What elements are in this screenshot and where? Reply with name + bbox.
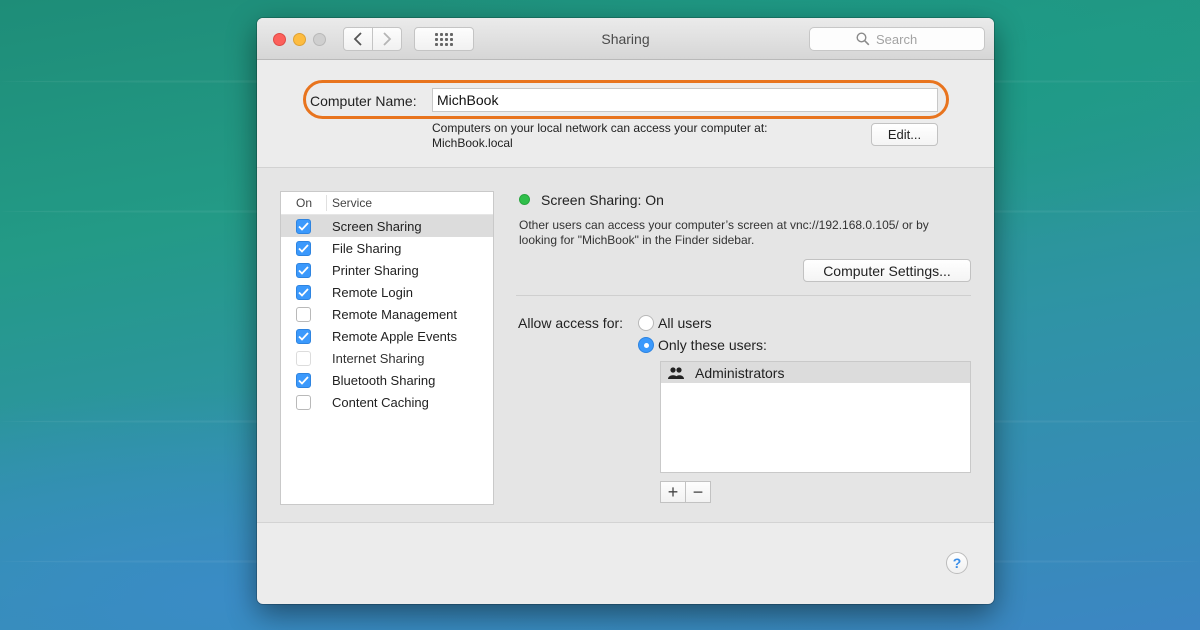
service-label: Printer Sharing — [332, 262, 419, 278]
service-checkbox[interactable] — [296, 284, 311, 300]
title-bar: Sharing Search — [257, 18, 994, 60]
help-button[interactable]: ? — [946, 552, 968, 574]
service-list: On Service Screen Sharing File Sharing Pri… — [280, 191, 494, 505]
allow-access-label: Allow access for: — [518, 315, 624, 331]
service-checkbox[interactable] — [296, 328, 311, 344]
service-label: Remote Login — [332, 284, 413, 300]
service-row[interactable]: Internet Sharing — [281, 347, 493, 369]
service-label: Remote Management — [332, 306, 458, 322]
computer-name-section: Computer Name: Computers on your local n… — [257, 60, 994, 168]
service-label: Bluetooth Sharing — [332, 372, 436, 388]
remove-user-button[interactable]: − — [685, 481, 711, 503]
checkmark-icon — [298, 243, 309, 253]
checkmark-icon — [298, 375, 309, 385]
only-these-users-radio[interactable] — [638, 337, 654, 353]
service-label: Remote Apple Events — [332, 328, 458, 344]
checkmark-icon — [298, 221, 309, 231]
help-line-1: Computers on your local network can acce… — [432, 121, 768, 135]
search-icon — [856, 32, 870, 46]
all-users-label[interactable]: All users — [658, 315, 712, 331]
service-checkbox[interactable] — [296, 306, 311, 322]
local-hostname: MichBook.local — [432, 136, 513, 150]
all-users-radio[interactable] — [638, 315, 654, 331]
service-label: Content Caching — [332, 394, 429, 410]
list-item[interactable]: Administrators — [661, 362, 970, 383]
allowed-users-list[interactable]: Administrators — [660, 361, 971, 473]
service-row[interactable]: File Sharing — [281, 237, 493, 259]
column-header-service[interactable]: Service — [327, 196, 372, 210]
computer-name-input[interactable] — [432, 88, 938, 112]
checkmark-icon — [298, 287, 309, 297]
computer-settings-button[interactable]: Computer Settings... — [803, 259, 971, 282]
service-status: Screen Sharing: On — [541, 192, 664, 208]
service-checkbox[interactable] — [296, 218, 311, 234]
service-checkbox[interactable] — [296, 394, 311, 410]
add-user-button[interactable]: + — [660, 481, 686, 503]
search-field[interactable]: Search — [809, 27, 985, 51]
description-line-2: looking for "MichBook" in the Finder sid… — [519, 233, 755, 247]
service-row[interactable]: Bluetooth Sharing — [281, 369, 493, 391]
search-placeholder: Search — [876, 31, 918, 47]
checkmark-icon — [298, 265, 309, 275]
only-these-users-label[interactable]: Only these users: — [658, 337, 767, 353]
service-description: Other users can access your computer’s s… — [519, 218, 929, 248]
edit-button[interactable]: Edit... — [871, 123, 938, 146]
status-indicator-icon — [519, 194, 530, 205]
user-name: Administrators — [695, 364, 785, 381]
service-row[interactable]: Remote Apple Events — [281, 325, 493, 347]
service-row[interactable]: Screen Sharing — [281, 215, 493, 237]
services-section: On Service Screen Sharing File Sharing Pri… — [257, 168, 994, 523]
service-label: File Sharing — [332, 240, 402, 256]
service-label: Screen Sharing — [332, 218, 422, 234]
sharing-window: Sharing Search Computer Name: Computers … — [257, 18, 994, 604]
service-checkbox[interactable] — [296, 240, 311, 256]
service-checkbox[interactable] — [296, 350, 311, 366]
service-row[interactable]: Content Caching — [281, 391, 493, 413]
user-group-icon — [668, 366, 684, 379]
service-row[interactable]: Remote Management — [281, 303, 493, 325]
checkmark-icon — [298, 331, 309, 341]
service-checkbox[interactable] — [296, 372, 311, 388]
description-line-1: Other users can access your computer’s s… — [519, 218, 929, 232]
service-checkbox[interactable] — [296, 262, 311, 278]
computer-name-help: Computers on your local network can acce… — [432, 121, 767, 151]
service-row[interactable]: Remote Login — [281, 281, 493, 303]
computer-name-label: Computer Name: — [310, 93, 417, 109]
service-label: Internet Sharing — [332, 350, 425, 366]
column-header-on[interactable]: On — [281, 195, 327, 211]
service-row[interactable]: Printer Sharing — [281, 259, 493, 281]
divider — [516, 295, 971, 296]
service-list-header: On Service — [281, 192, 493, 215]
